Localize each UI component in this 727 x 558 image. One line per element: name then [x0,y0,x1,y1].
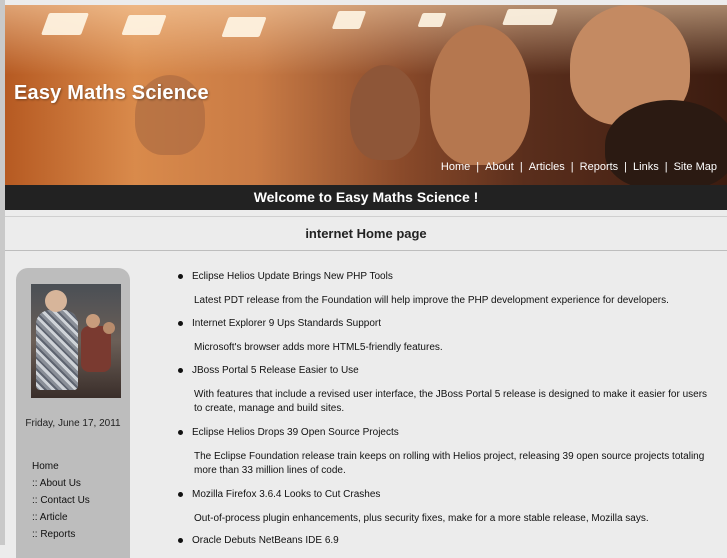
banner-light [221,17,267,37]
news-description: The Eclipse Foundation release train kee… [194,451,705,476]
banner-light [502,9,558,25]
news-description: Out-of-process plugin enhancements, plus… [194,513,649,524]
nav-separator: | [476,161,480,173]
bullet-icon [178,321,183,326]
nav-about[interactable]: About [485,161,514,173]
sidebar-item-contact-us[interactable]: :: Contact Us [32,492,90,509]
bullet-icon [178,492,183,497]
photo-figure-head [45,290,67,312]
bullet-icon [178,538,183,543]
news-item: Eclipse Helios Drops 39 Open Source Proj… [178,426,718,488]
banner-light [121,15,167,35]
news-headline[interactable]: Eclipse Helios Drops 39 Open Source Proj… [192,426,718,440]
sidebar: Friday, June 17, 2011 Home :: About Us :… [16,268,130,558]
news-headline[interactable]: Oracle Debuts NetBeans IDE 6.9 [192,534,718,548]
news-description: With features that include a revised use… [194,389,708,414]
site-title: Easy Maths Science [14,82,209,104]
sidebar-item-article[interactable]: :: Article [32,509,90,526]
page-title: internet Home page [5,216,727,251]
news-headline[interactable]: Internet Explorer 9 Ups Standards Suppor… [192,317,718,331]
sidebar-photo [31,284,121,398]
nav-separator: | [624,161,628,173]
current-date: Friday, June 17, 2011 [25,418,121,429]
news-item: Internet Explorer 9 Ups Standards Suppor… [178,317,718,364]
banner-light [40,13,90,35]
nav-home[interactable]: Home [441,161,470,173]
banner-person [350,65,420,160]
banner-person [430,25,530,165]
nav-reports[interactable]: Reports [580,161,619,173]
photo-figure-head [103,322,115,334]
news-list: Eclipse Helios Update Brings New PHP Too… [178,270,718,554]
sidebar-item-about-us[interactable]: :: About Us [32,475,90,492]
sidebar-item-home[interactable]: Home [32,458,90,475]
news-description: Microsoft's browser adds more HTML5-frie… [194,342,443,353]
nav-articles[interactable]: Articles [529,161,565,173]
nav-site-map[interactable]: Site Map [674,161,717,173]
nav-links[interactable]: Links [633,161,659,173]
news-headline[interactable]: JBoss Portal 5 Release Easier to Use [192,364,718,378]
banner-light [417,13,447,27]
nav-separator: | [664,161,668,173]
news-headline[interactable]: Eclipse Helios Update Brings New PHP Too… [192,270,718,284]
news-headline[interactable]: Mozilla Firefox 3.6.4 Looks to Cut Crash… [192,488,718,502]
news-item: Mozilla Firefox 3.6.4 Looks to Cut Crash… [178,488,718,534]
news-item: Oracle Debuts NetBeans IDE 6.9 [178,534,718,554]
nav-separator: | [519,161,523,173]
bullet-icon [178,274,183,279]
bullet-icon [178,368,183,373]
sidebar-navigation: Home :: About Us :: Contact Us :: Articl… [32,458,90,543]
photo-figure [36,310,78,390]
top-navigation: Home | About | Articles | Reports | Links | Site M… [441,161,717,173]
nav-separator: | [570,161,574,173]
sidebar-item-reports[interactable]: :: Reports [32,526,90,543]
photo-figure-head [86,314,100,328]
header-banner: Easy Maths Science Home | About | Articles | R… [5,5,727,185]
news-item: Eclipse Helios Update Brings New PHP Too… [178,270,718,317]
bullet-icon [178,430,183,435]
welcome-banner: Welcome to Easy Maths Science ! [5,185,727,210]
news-description: Latest PDT release from the Foundation w… [194,295,669,306]
news-item: JBoss Portal 5 Release Easier to Use Wit… [178,364,718,426]
